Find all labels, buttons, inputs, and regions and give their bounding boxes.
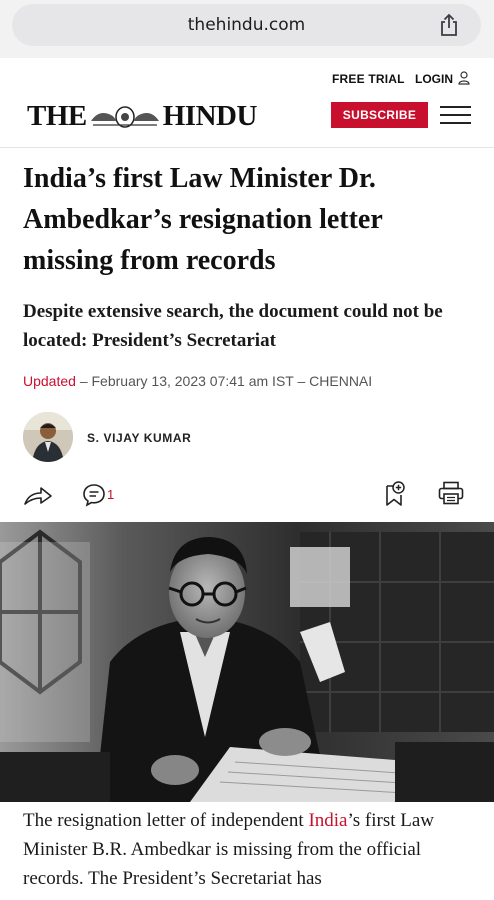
masthead-crest-icon xyxy=(90,105,159,128)
author-name[interactable]: S. VIJAY KUMAR xyxy=(87,431,191,445)
free-trial-link[interactable]: FREE TRIAL xyxy=(332,72,405,86)
browser-chrome: thehindu.com xyxy=(0,0,494,58)
ambedkar-photo xyxy=(0,522,494,802)
subscribe-button[interactable]: SUBSCRIBE xyxy=(331,102,428,128)
user-icon[interactable] xyxy=(458,71,470,85)
share-icon[interactable] xyxy=(437,13,461,37)
author-photo xyxy=(23,412,73,462)
masthead-hindu: HINDU xyxy=(162,100,258,132)
india-link[interactable]: India xyxy=(308,810,347,831)
login-link[interactable]: LOGIN xyxy=(415,72,453,86)
article-body: The resignation letter of independent In… xyxy=(23,806,473,893)
updated-label: Updated xyxy=(23,373,76,389)
masthead-logo[interactable]: THE HINDU xyxy=(27,100,257,133)
article-headline: India’s first Law Minister Dr. Ambedkar’… xyxy=(23,163,383,276)
bookmark-add-icon[interactable] xyxy=(384,481,406,507)
address-bar[interactable]: thehindu.com xyxy=(12,4,481,46)
dateline-text: – February 13, 2023 07:41 am IST – CHENN… xyxy=(75,373,373,389)
article-standfirst: Despite extensive search, the document c… xyxy=(23,301,443,351)
masthead-the: THE xyxy=(27,100,87,132)
article-photo xyxy=(0,522,494,802)
share-arrow-icon[interactable] xyxy=(23,484,53,506)
comment-icon[interactable] xyxy=(82,483,106,507)
comment-count[interactable]: 1 xyxy=(107,487,114,502)
body-text-start: The resignation letter of independent xyxy=(23,810,309,831)
url-text[interactable]: thehindu.com xyxy=(12,15,481,35)
hamburger-menu-icon[interactable] xyxy=(440,106,471,124)
site-header: FREE TRIAL LOGIN THE HINDU SUBSCRIBE xyxy=(0,58,494,148)
author-avatar[interactable] xyxy=(23,412,73,462)
article-dateline: Updated – February 13, 2023 07:41 am IST… xyxy=(23,373,372,389)
print-icon[interactable] xyxy=(438,481,464,505)
